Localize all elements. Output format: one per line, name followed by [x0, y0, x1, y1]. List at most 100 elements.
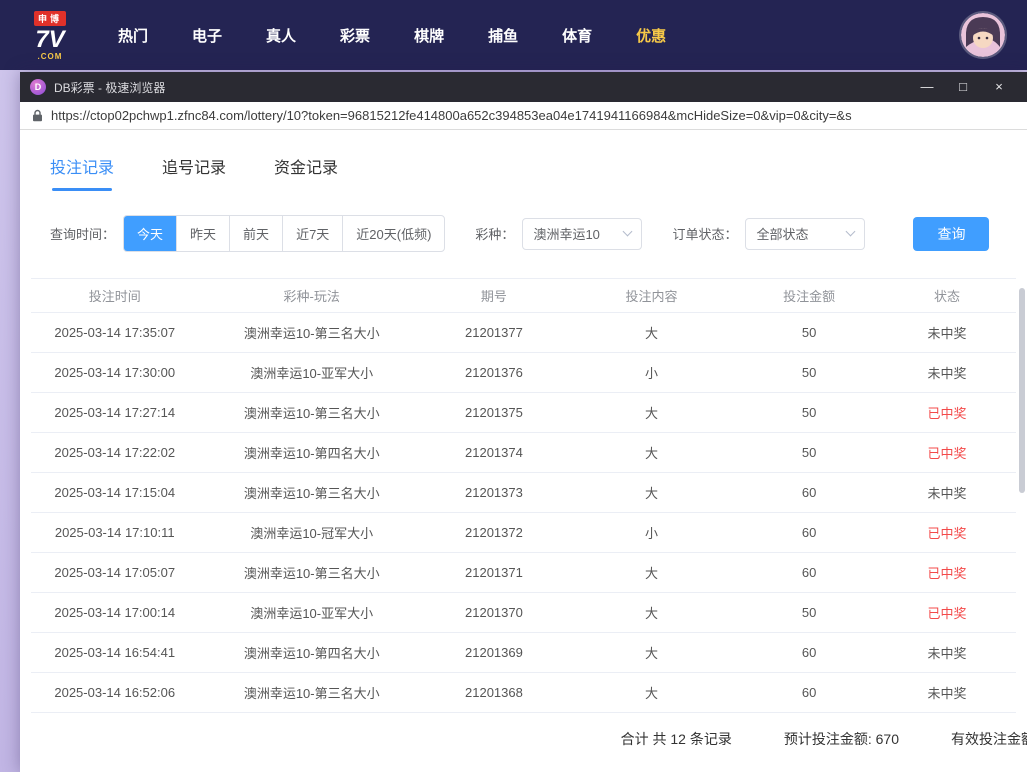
filter-bar: 查询时间： 今天昨天前天近7天近20天(低频) 彩种： 澳洲幸运10 订单状态：… [50, 215, 1027, 252]
bet-status: 未中奖 [878, 353, 1016, 393]
user-avatar[interactable] [961, 13, 1005, 57]
bet-time: 2025-03-14 17:05:07 [31, 553, 198, 593]
bet-amount: 60 [740, 553, 878, 593]
game-play: 澳洲幸运10-第四名大小 [198, 633, 425, 673]
logo-text-main: 7V [22, 27, 78, 52]
nav-item-体育[interactable]: 体育 [562, 25, 592, 46]
issue-number: 21201369 [425, 633, 563, 673]
logo-text-cn: 申博 [34, 11, 66, 26]
game-play: 澳洲幸运10-第三名大小 [198, 473, 425, 513]
bet-amount: 60 [740, 673, 878, 713]
browser-window: D DB彩票 - 极速浏览器 — □ × https://ctop02pchwp… [20, 72, 1027, 772]
tab-追号记录[interactable]: 追号记录 [162, 154, 226, 191]
bet-time: 2025-03-14 17:00:14 [31, 593, 198, 633]
window-title: DB彩票 - 极速浏览器 [54, 79, 165, 96]
browser-tab-icon: D [30, 79, 46, 95]
bet-status: 未中奖 [878, 313, 1016, 353]
time-filter-近7天[interactable]: 近7天 [282, 216, 342, 251]
total-records: 合计 共 12 条记录 [621, 729, 732, 749]
minimize-button[interactable]: — [909, 72, 945, 102]
bet-time: 2025-03-14 17:35:07 [31, 313, 198, 353]
table-row: 2025-03-14 17:22:02澳洲幸运10-第四名大小21201374大… [31, 433, 1016, 473]
table-row: 2025-03-14 17:10:11澳洲幸运10-冠军大小21201372小6… [31, 513, 1016, 553]
bet-time: 2025-03-14 16:52:06 [31, 673, 198, 713]
bet-amount: 60 [740, 513, 878, 553]
table-row: 2025-03-14 17:00:14澳洲幸运10-亚军大小21201370大5… [31, 593, 1016, 633]
game-play: 澳洲幸运10-亚军大小 [198, 353, 425, 393]
issue-number: 21201376 [425, 353, 563, 393]
screen: 申博 7V .COM 热门 电子 真人 彩票 棋牌 捕鱼 体育 优惠 D DB彩票 - 极速浏… [0, 0, 1027, 772]
column-header: 状态 [878, 279, 1016, 313]
query-button[interactable]: 查询 [913, 217, 989, 251]
bet-time: 2025-03-14 17:27:14 [31, 393, 198, 433]
maximize-button[interactable]: □ [945, 72, 981, 102]
game-play: 澳洲幸运10-第四名大小 [198, 433, 425, 473]
valid-bet-amount: 有效投注金额 [951, 729, 1027, 749]
nav-item-优惠[interactable]: 优惠 [636, 25, 666, 46]
issue-number: 21201373 [425, 473, 563, 513]
time-filter-label: 查询时间： [50, 224, 115, 243]
issue-number: 21201377 [425, 313, 563, 353]
bet-amount: 50 [740, 313, 878, 353]
table-body: 2025-03-14 17:35:07澳洲幸运10-第三名大小21201377大… [31, 313, 1016, 713]
chevron-down-icon [846, 227, 856, 237]
record-tabs: 投注记录 追号记录 资金记录 [20, 130, 1027, 191]
nav-item-棋牌[interactable]: 棋牌 [414, 25, 444, 46]
order-status-select[interactable]: 全部状态 [745, 218, 865, 250]
time-filter-近20天(低频)[interactable]: 近20天(低频) [342, 216, 444, 251]
url-bar[interactable]: https://ctop02pchwp1.zfnc84.com/lottery/… [20, 102, 1027, 130]
bet-content: 大 [563, 553, 740, 593]
column-header: 投注内容 [563, 279, 740, 313]
issue-number: 21201374 [425, 433, 563, 473]
column-header: 彩种-玩法 [198, 279, 425, 313]
scrollbar-thumb[interactable] [1019, 288, 1025, 493]
bet-amount: 60 [740, 473, 878, 513]
lottery-select-value: 澳洲幸运10 [533, 224, 599, 243]
bet-amount: 50 [740, 433, 878, 473]
nav-item-捕鱼[interactable]: 捕鱼 [488, 25, 518, 46]
nav-item-彩票[interactable]: 彩票 [340, 25, 370, 46]
column-header: 期号 [425, 279, 563, 313]
nav-item-电子[interactable]: 电子 [192, 25, 222, 46]
logo-text-com: .COM [22, 52, 78, 61]
tab-投注记录[interactable]: 投注记录 [50, 154, 114, 191]
game-play: 澳洲幸运10-第三名大小 [198, 673, 425, 713]
time-filter-前天[interactable]: 前天 [229, 216, 282, 251]
table-header-row: 投注时间彩种-玩法期号投注内容投注金额状态 [31, 279, 1016, 313]
issue-number: 21201371 [425, 553, 563, 593]
lottery-select[interactable]: 澳洲幸运10 [522, 218, 642, 250]
nav-item-热门[interactable]: 热门 [118, 25, 148, 46]
site-logo[interactable]: 申博 7V .COM [22, 9, 78, 61]
table-row: 2025-03-14 17:05:07澳洲幸运10-第三名大小21201371大… [31, 553, 1016, 593]
bet-status: 已中奖 [878, 513, 1016, 553]
game-play: 澳洲幸运10-第三名大小 [198, 393, 425, 433]
tab-资金记录[interactable]: 资金记录 [274, 154, 338, 191]
close-button[interactable]: × [981, 72, 1017, 102]
bet-amount: 50 [740, 353, 878, 393]
bet-time: 2025-03-14 17:10:11 [31, 513, 198, 553]
bet-time: 2025-03-14 17:15:04 [31, 473, 198, 513]
nav-item-真人[interactable]: 真人 [266, 25, 296, 46]
table-footer: 合计 共 12 条记录 预计投注金额: 670 有效投注金额 [20, 729, 1027, 749]
issue-number: 21201372 [425, 513, 563, 553]
game-play: 澳洲幸运10-第三名大小 [198, 553, 425, 593]
bet-status: 已中奖 [878, 393, 1016, 433]
table-row: 2025-03-14 16:52:06澳洲幸运10-第三名大小21201368大… [31, 673, 1016, 713]
bet-status: 已中奖 [878, 553, 1016, 593]
bet-content: 大 [563, 313, 740, 353]
game-play: 澳洲幸运10-第三名大小 [198, 313, 425, 353]
bet-status: 已中奖 [878, 433, 1016, 473]
lock-icon [32, 109, 43, 122]
bet-status: 未中奖 [878, 673, 1016, 713]
table-row: 2025-03-14 17:30:00澳洲幸运10-亚军大小21201376小5… [31, 353, 1016, 393]
window-titlebar: D DB彩票 - 极速浏览器 — □ × [20, 72, 1027, 102]
url-text: https://ctop02pchwp1.zfnc84.com/lottery/… [51, 108, 1015, 123]
bet-records-table: 投注时间彩种-玩法期号投注内容投注金额状态 2025-03-14 17:35:0… [31, 278, 1016, 713]
order-status-label: 订单状态： [672, 224, 737, 243]
lottery-label: 彩种： [475, 224, 514, 243]
column-header: 投注时间 [31, 279, 198, 313]
time-filter-今天[interactable]: 今天 [124, 216, 176, 251]
time-filter-昨天[interactable]: 昨天 [176, 216, 229, 251]
bet-status: 未中奖 [878, 473, 1016, 513]
bet-amount: 60 [740, 633, 878, 673]
